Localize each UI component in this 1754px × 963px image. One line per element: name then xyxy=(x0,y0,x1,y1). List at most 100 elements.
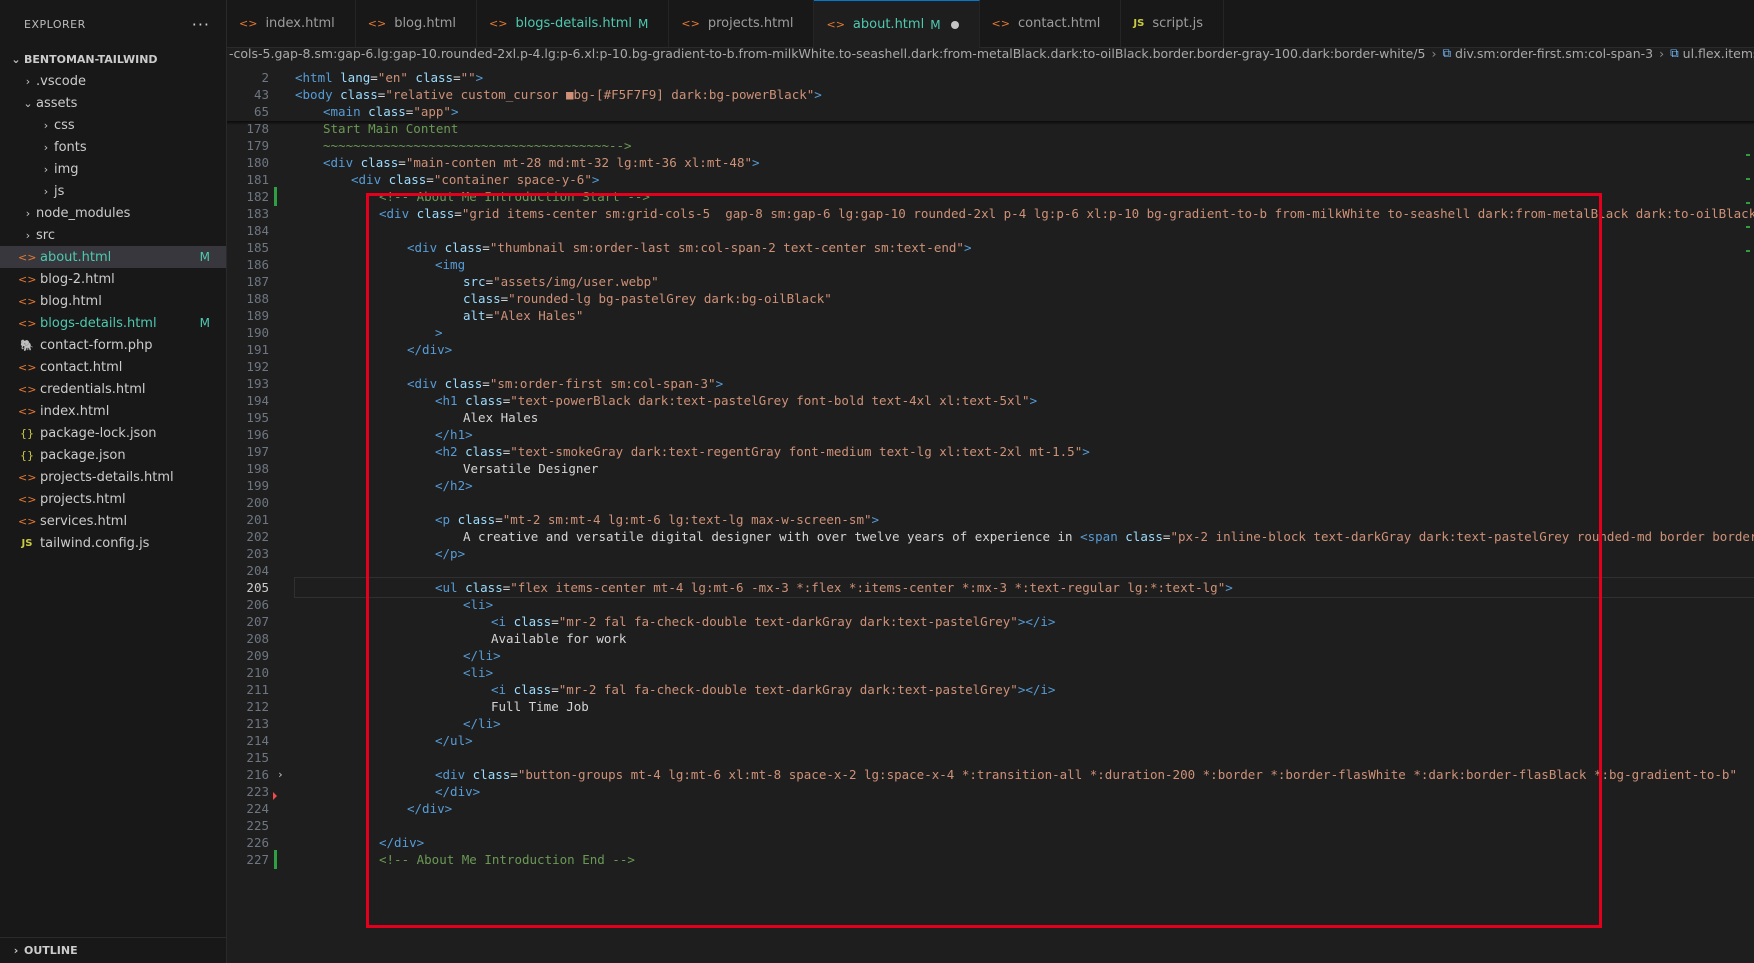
js-file-icon: JS xyxy=(1133,18,1145,29)
html-file-icon: <> xyxy=(18,272,37,286)
chevron-right-icon: › xyxy=(25,228,31,242)
token: "text-powerBlack dark:text-pastelGrey fo… xyxy=(510,393,1030,408)
token: Alex Hales xyxy=(463,410,539,425)
code-line[interactable]: 227 <!-- About Me Introduction End --> xyxy=(227,850,1754,869)
token: class xyxy=(444,376,483,391)
token: <html xyxy=(295,70,341,85)
project-name: BENTOMAN-TAILWIND xyxy=(24,52,158,66)
modified-badge: M xyxy=(199,250,210,264)
token: "relative custom_cursor ■bg-[#F5F7F9] da… xyxy=(385,87,815,102)
tab-index-html[interactable]: <> index.html xyxy=(227,0,356,47)
token: <div xyxy=(323,155,361,170)
token: class xyxy=(465,580,503,595)
token: "app" xyxy=(413,104,451,119)
tree-item[interactable]: › .vscode xyxy=(0,70,226,92)
token: <li> xyxy=(463,665,494,680)
token: = xyxy=(482,240,490,255)
html-file-icon: <> xyxy=(18,360,37,374)
token: <h1 xyxy=(435,393,466,408)
tree-item[interactable]: › fonts xyxy=(0,136,226,158)
token: class xyxy=(472,767,511,782)
tree-item[interactable]: JS tailwind.config.js xyxy=(0,532,226,554)
breadcrumb-item[interactable]: div.sm:order-first.sm:col-span-3 xyxy=(1455,46,1653,61)
token: = xyxy=(485,274,494,289)
more-actions-icon[interactable]: ··· xyxy=(192,15,210,34)
chevron-right-icon: › xyxy=(1431,45,1437,61)
explorer-sidebar: EXPLORER ··· ⌄ BENTOMAN-TAILWIND › .vscod… xyxy=(0,0,227,963)
token: = xyxy=(454,206,462,221)
tree-item-label: package.json xyxy=(40,447,126,463)
token: </h2> xyxy=(435,478,473,493)
php-file-icon: 🐘 xyxy=(20,338,34,352)
token: "container space-y-6" xyxy=(433,172,592,187)
tree-item[interactable]: <> blog-2.html xyxy=(0,268,226,290)
code-editor[interactable]: 2 <html lang="en" class=""> 43 <body class=… xyxy=(227,64,1754,963)
tree-item-label: tailwind.config.js xyxy=(40,535,150,551)
tab-blogs-details-html[interactable]: <> blogs-details.html M xyxy=(477,0,670,47)
unsaved-dot-icon[interactable] xyxy=(950,20,959,29)
token: "px-2 inline-block text-darkGray dark:te… xyxy=(1170,529,1754,544)
tree-item[interactable]: ⌄ assets xyxy=(0,92,226,114)
tab-contact-html[interactable]: <> contact.html xyxy=(980,0,1122,47)
tree-item[interactable]: <> services.html xyxy=(0,510,226,532)
token: A creative and versatile digital designe… xyxy=(463,529,1081,544)
tree-item[interactable]: <> about.html M xyxy=(0,246,226,268)
token: = xyxy=(370,70,378,85)
token: Available for work xyxy=(491,631,627,646)
token: "thumbnail sm:order-last sm:col-span-2 t… xyxy=(489,240,964,255)
tree-item-label: projects-details.html xyxy=(40,469,174,485)
tab-projects-html[interactable]: <> projects.html xyxy=(669,0,815,47)
tree-item[interactable]: <> index.html xyxy=(0,400,226,422)
token: = xyxy=(495,512,503,527)
token: = xyxy=(453,70,461,85)
chevron-right-icon: › xyxy=(1659,45,1665,61)
outline-section[interactable]: › OUTLINE xyxy=(0,937,226,963)
tree-item[interactable]: <> credentials.html xyxy=(0,378,226,400)
tree-item[interactable]: › css xyxy=(0,114,226,136)
tree-item-label: node_modules xyxy=(36,205,131,221)
tree-item-label: projects.html xyxy=(40,491,126,507)
project-root[interactable]: ⌄ BENTOMAN-TAILWIND xyxy=(0,48,226,70)
tree-item[interactable]: {} package-lock.json xyxy=(0,422,226,444)
token: class xyxy=(444,240,483,255)
tree-item[interactable]: <> projects-details.html xyxy=(0,466,226,488)
token: class xyxy=(368,104,406,119)
tree-item[interactable]: <> blogs-details.html M xyxy=(0,312,226,334)
tree-item[interactable]: 🐘 contact-form.php xyxy=(0,334,226,356)
token: ></i> xyxy=(1017,614,1056,629)
chevron-right-icon: › xyxy=(43,184,49,198)
token: "mr-2 fal fa-check-double text-darkGray … xyxy=(558,682,1018,697)
token: class xyxy=(513,682,552,697)
token: <p xyxy=(435,512,458,527)
token: "sm:order-first sm:col-span-3" xyxy=(489,376,716,391)
sticky-scroll-shadow xyxy=(227,121,1754,125)
breadcrumb-item[interactable]: -cols-5.gap-8.sm:gap-6.lg:gap-10.rounded… xyxy=(229,46,1425,61)
element-icon: ⧉ xyxy=(1442,45,1452,60)
tree-item[interactable]: › node_modules xyxy=(0,202,226,224)
tree-item[interactable]: <> projects.html xyxy=(0,488,226,510)
tree-item[interactable]: › src xyxy=(0,224,226,246)
tree-item[interactable]: › js xyxy=(0,180,226,202)
token: Full Time Job xyxy=(491,699,589,714)
tree-item[interactable]: {} package.json xyxy=(0,444,226,466)
tree-item[interactable]: › img xyxy=(0,158,226,180)
token: > xyxy=(1082,444,1090,459)
tree-item-label: assets xyxy=(36,95,78,111)
tree-item-label: contact-form.php xyxy=(40,337,153,353)
tree-item-label: blog-2.html xyxy=(40,271,115,287)
tree-item-label: fonts xyxy=(54,139,87,155)
tree-item[interactable]: <> blog.html xyxy=(0,290,226,312)
html-file-icon: <> xyxy=(991,17,1010,30)
tree-item-label: credentials.html xyxy=(40,381,146,397)
tree-item-label: contact.html xyxy=(40,359,123,375)
tab-blog-html[interactable]: <> blog.html xyxy=(356,0,478,47)
tree-item[interactable]: <> contact.html xyxy=(0,356,226,378)
token: > xyxy=(752,155,760,170)
token: </div> xyxy=(435,784,481,799)
breadcrumb-item[interactable]: ul.flex.items-center.mt-4.lg:mt-6 xyxy=(1683,46,1754,61)
tree-item-label: blogs-details.html xyxy=(40,315,157,331)
token: = xyxy=(485,308,494,323)
tab-script-js[interactable]: JS script.js xyxy=(1121,0,1225,47)
chevron-down-icon: ⌄ xyxy=(23,96,33,110)
tab-about-html[interactable]: <> about.html M xyxy=(814,0,980,48)
